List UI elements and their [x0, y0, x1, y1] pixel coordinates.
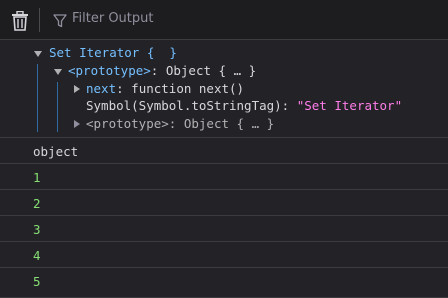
console-output-number: 5	[33, 274, 41, 289]
filter-icon	[53, 14, 67, 28]
console-row: 3	[0, 215, 448, 241]
toolbar-separator	[39, 8, 40, 32]
next-value: function next()	[131, 81, 245, 96]
tostringtag-row: Symbol(Symbol.toStringTag): "Set Iterato…	[86, 97, 402, 114]
console-row: object	[0, 137, 448, 163]
console-row: 5	[0, 267, 448, 298]
console-row: 1	[0, 163, 448, 189]
tostringtag-value: "Set Iterator"	[296, 98, 403, 113]
prototype-row[interactable]: <prototype>: Object { … }	[68, 62, 256, 79]
console-output-number: 1	[33, 170, 41, 185]
tree-guide-line	[57, 82, 58, 132]
console-output-number: 2	[33, 196, 41, 211]
console-output-string: object	[33, 144, 79, 159]
next-row[interactable]: next: function next()	[86, 80, 244, 97]
console-row: 2	[0, 189, 448, 215]
prototype-sep: :	[150, 63, 166, 78]
trash-icon[interactable]	[11, 11, 29, 31]
collapse-arrow-icon[interactable]	[72, 119, 82, 129]
tostringtag-key: Symbol(Symbol.toStringTag)	[86, 98, 282, 113]
next-key: next	[86, 81, 117, 96]
tostringtag-sep: :	[281, 98, 297, 113]
prototype-value: Object { … }	[165, 63, 257, 78]
tree-guide-line	[37, 64, 38, 132]
console-row: 4	[0, 241, 448, 267]
inner-prototype-row[interactable]: <prototype>: Object { … }	[86, 115, 274, 132]
prototype-key: <prototype>	[68, 63, 151, 78]
collapse-arrow-icon[interactable]	[72, 84, 82, 94]
set-iterator-label[interactable]: Set Iterator { }	[49, 44, 177, 61]
inner-prototype-key: <prototype>	[86, 116, 169, 131]
console-toolbar: Filter Output	[0, 0, 448, 40]
next-sep: :	[116, 81, 132, 96]
inner-prototype-sep: :	[168, 116, 184, 131]
expand-arrow-icon[interactable]	[33, 49, 43, 59]
expand-arrow-icon[interactable]	[53, 67, 63, 77]
filter-output-input[interactable]: Filter Output	[72, 11, 154, 26]
inner-prototype-value: Object { … }	[183, 116, 275, 131]
console-output-number: 4	[33, 248, 41, 263]
console-output-number: 3	[33, 222, 41, 237]
